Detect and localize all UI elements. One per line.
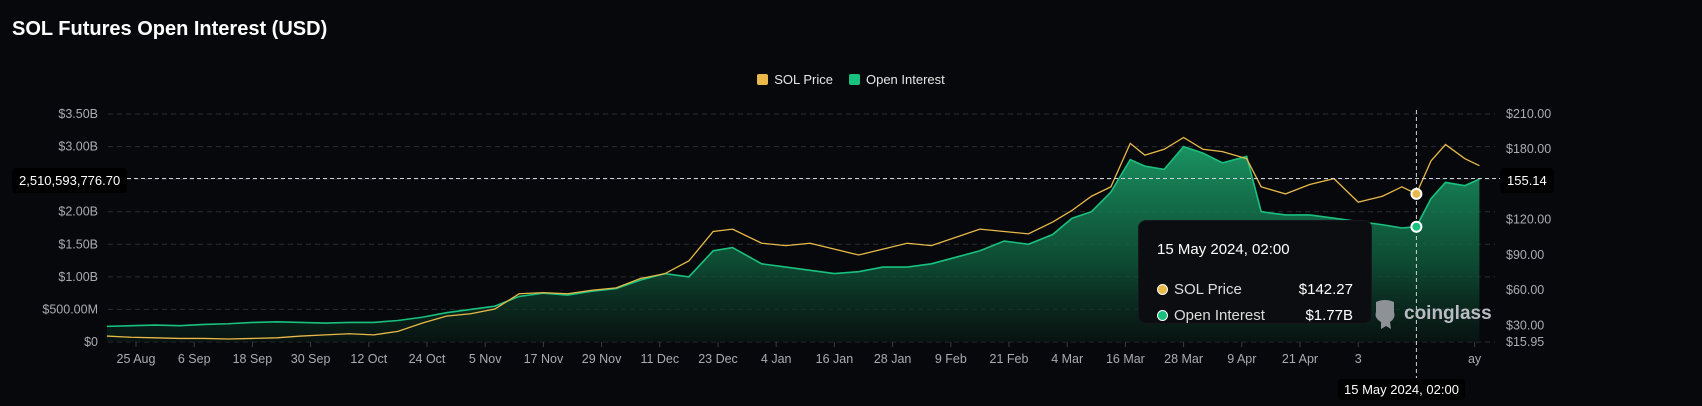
y-left-tick-label: $1.50B [58,237,98,251]
y-right-tick-label: $90.00 [1506,248,1544,262]
x-tick-label: 4 Jan [761,352,792,366]
y-left-tick-label: $500.00M [42,302,98,316]
logo-text: coinglass [1404,303,1492,324]
price-dot-icon [1157,284,1168,295]
x-tick-label: 4 Mar [1051,352,1083,366]
x-tick-label: 16 Mar [1106,352,1145,366]
x-tick-label: 3 [1355,352,1362,366]
y-left-tick-label: $1.00B [58,270,98,284]
price-hover-marker [1410,187,1423,200]
tooltip-date: 15 May 2024, 02:00 [1157,241,1290,258]
x-tick-label: 30 Sep [291,352,331,366]
x-tick-label: 25 Aug [117,352,156,366]
x-tick-label: 5 Nov [469,352,502,366]
crosshair-right-value: 155.14 [1500,168,1554,193]
crosshair-left-value: 2,510,593,776.70 [12,168,128,193]
chart-plot[interactable]: $0 $500.00M $1.00B $1.50B $2.00B $3.00B $3.50B… [0,0,1702,406]
tooltip-value: $1.77B [1305,307,1353,324]
y-right-tick-label: $180.00 [1506,142,1551,156]
x-tick-label: 29 Nov [582,352,622,366]
x-tick-label: 11 Dec [640,352,679,366]
y-right-tick-label: $30.00 [1506,318,1544,332]
tooltip-label: SOL Price [1174,281,1242,298]
tooltip-value: $142.27 [1298,281,1353,298]
x-tick-label: 18 Sep [233,352,273,366]
y-left-tick-label: $3.50B [58,107,98,121]
x-tick-label: 21 Apr [1282,352,1318,366]
x-tick-label: 23 Dec [698,352,738,366]
x-tick-label: 9 Feb [935,352,967,366]
tooltip-label: Open Interest [1174,307,1265,324]
tooltip-row-oi: Open Interest $1.77B [1157,307,1353,324]
x-tick-label: 17 Nov [524,352,564,366]
y-right-tick-label: $120.00 [1506,213,1551,227]
x-tick-label: 24 Oct [409,352,446,366]
y-left-tick-label: $0 [84,335,98,349]
y-left-tick-label: $3.00B [58,140,98,154]
crosshair-date-label: 15 May 2024, 02:00 [1338,379,1465,400]
y-right-tick-label: $210.00 [1506,107,1551,121]
y-right-tick-label: $15.95 [1506,335,1544,349]
x-tick-label: 12 Oct [350,352,387,366]
x-tick-label: 6 Sep [178,352,211,366]
oi-hover-marker [1410,220,1423,233]
y-right-tick-label: $60.00 [1506,283,1544,297]
y-left-tick-label: $2.00B [58,205,98,219]
coinglass-mascot-icon [1375,300,1395,329]
oi-dot-icon [1157,310,1168,321]
x-tick-label: 16 Jan [816,352,854,366]
x-tick-label: 28 Jan [874,352,912,366]
x-tick-label: 28 Mar [1164,352,1203,366]
tooltip: 15 May 2024, 02:00 SOL Price $142.27 Ope… [1138,220,1372,324]
coinglass-logo: coinglass [1372,298,1492,330]
tooltip-row-price: SOL Price $142.27 [1157,281,1353,298]
x-tick-label: ay [1468,352,1482,366]
x-tick-label: 9 Apr [1227,352,1256,366]
x-tick-label: 21 Feb [990,352,1029,366]
